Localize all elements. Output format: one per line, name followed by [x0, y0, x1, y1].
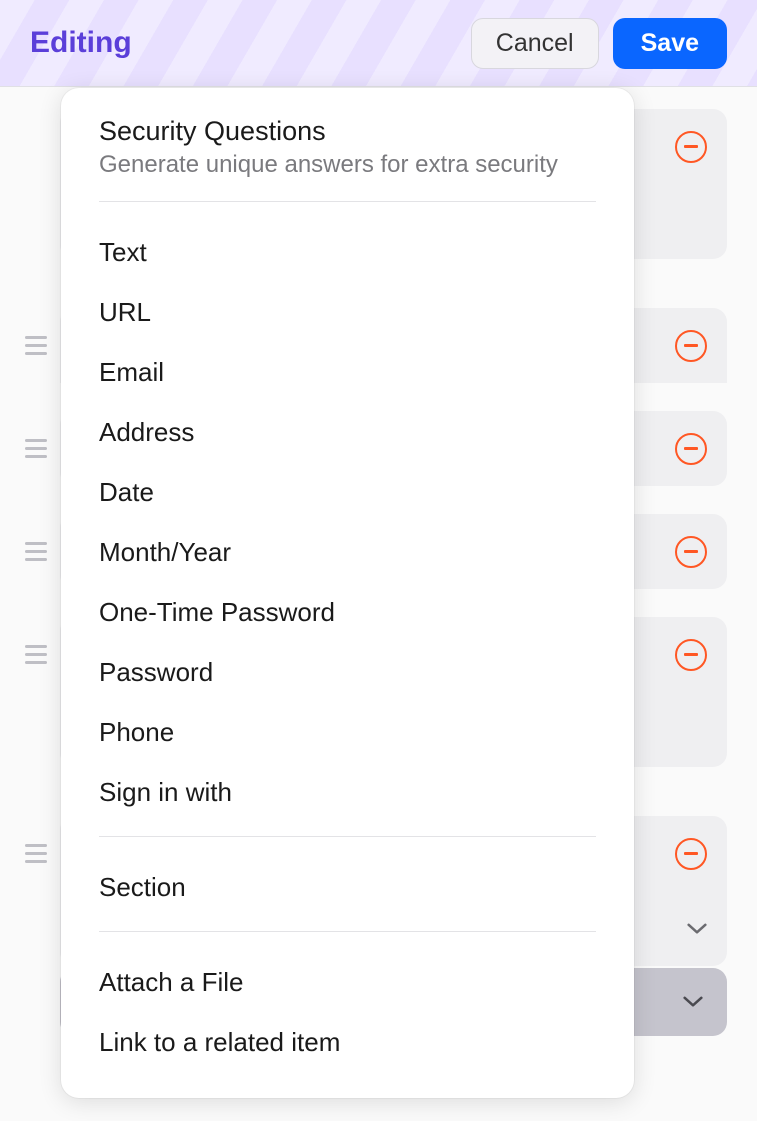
dropdown-item-date[interactable]: Date	[61, 462, 634, 522]
cancel-button[interactable]: Cancel	[471, 18, 599, 69]
remove-icon[interactable]	[675, 131, 707, 163]
dropdown-item-attach-file[interactable]: Attach a File	[61, 952, 634, 1012]
dropdown-item-phone[interactable]: Phone	[61, 702, 634, 762]
drag-handle-icon[interactable]	[12, 542, 60, 561]
save-button[interactable]: Save	[613, 18, 727, 69]
remove-icon[interactable]	[675, 838, 707, 870]
drag-handle-icon[interactable]	[12, 439, 60, 458]
dropdown-item-link-related[interactable]: Link to a related item	[61, 1012, 634, 1072]
dropdown-heading: Security Questions	[99, 116, 596, 147]
dropdown-item-section[interactable]: Section	[61, 857, 634, 917]
field-type-dropdown: Security Questions Generate unique answe…	[61, 88, 634, 1098]
remove-icon[interactable]	[675, 639, 707, 671]
header-buttons: Cancel Save	[471, 18, 727, 69]
header-bar: Editing Cancel Save	[0, 0, 757, 87]
chevron-down-icon	[683, 992, 703, 1012]
dropdown-item-address[interactable]: Address	[61, 402, 634, 462]
remove-icon[interactable]	[675, 536, 707, 568]
dropdown-subtitle: Generate unique answers for extra securi…	[99, 151, 596, 179]
dropdown-item-signin[interactable]: Sign in with	[61, 762, 634, 822]
remove-icon[interactable]	[675, 330, 707, 362]
drag-handle-icon[interactable]	[12, 844, 60, 863]
dropdown-item-password[interactable]: Password	[61, 642, 634, 702]
chevron-down-icon[interactable]	[687, 919, 707, 939]
dropdown-item-email[interactable]: Email	[61, 342, 634, 402]
remove-icon[interactable]	[675, 433, 707, 465]
dropdown-item-otp[interactable]: One-Time Password	[61, 582, 634, 642]
page-title: Editing	[30, 26, 132, 60]
drag-handle-icon[interactable]	[12, 645, 60, 664]
dropdown-item-text[interactable]: Text	[61, 222, 634, 282]
drag-handle-icon[interactable]	[12, 336, 60, 355]
dropdown-item-month-year[interactable]: Month/Year	[61, 522, 634, 582]
dropdown-item-url[interactable]: URL	[61, 282, 634, 342]
